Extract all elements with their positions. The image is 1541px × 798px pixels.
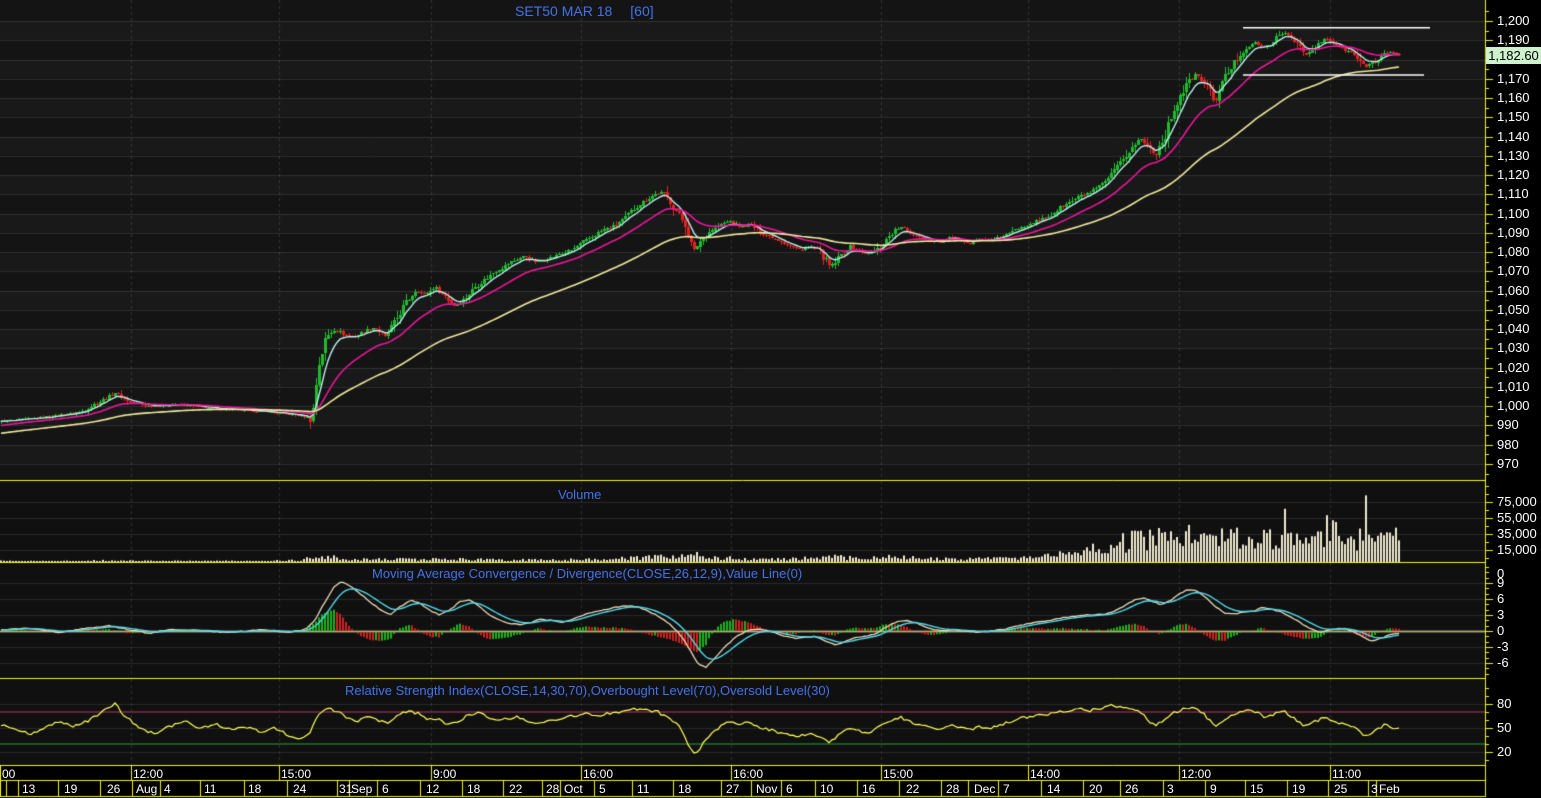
interval-label: [60] (630, 3, 654, 19)
price-tick-label: 1,000 (1497, 398, 1530, 414)
date-axis-label: 28 (946, 782, 960, 796)
price-tick-label: 1,020 (1497, 359, 1530, 375)
price-tick-label: 1,040 (1497, 321, 1530, 337)
date-axis-label: 6 (382, 782, 389, 796)
chart-title: SET50 MAR 18 [60] (515, 3, 654, 19)
date-axis-label: 11 (204, 782, 217, 796)
date-axis-label: 28 (546, 782, 560, 796)
time-axis-label: 11:00 (1332, 767, 1362, 781)
date-axis-label: Oct (564, 782, 583, 796)
macd-tick-label: 9 (1497, 575, 1505, 591)
rsi-tick-label: 50 (1497, 720, 1512, 735)
date-axis-label: Nov (756, 782, 778, 796)
date-axis-label: 22 (906, 782, 920, 796)
date-axis-label: 16 (862, 782, 876, 796)
date-axis-label: Dec (974, 782, 996, 796)
date-axis-label: 3 (1371, 782, 1378, 796)
time-axis-label: 14:00 (1030, 767, 1061, 781)
date-axis-label: Sep (351, 782, 373, 796)
date-axis-label: 6 (786, 782, 793, 796)
volume-panel-title: Volume (558, 487, 602, 502)
price-tick-label: 980 (1497, 436, 1519, 452)
date-axis-label: 27 (726, 782, 740, 796)
price-tick-label: 1,090 (1497, 224, 1530, 240)
rsi-tick-label: 20 (1497, 744, 1512, 759)
date-axis-label: 19 (64, 782, 78, 796)
price-tick-label: 1,030 (1497, 340, 1530, 356)
time-axis-label: 16:00 (583, 767, 614, 781)
time-axis-label: 15:00 (883, 767, 914, 781)
macd-panel-title: Moving Average Convergence / Divergence(… (372, 566, 803, 581)
time-axis-label: 00 (2, 767, 16, 781)
time-axis-label: 12:00 (133, 767, 164, 781)
date-axis-label: 22 (509, 782, 523, 796)
date-axis-label: 24 (293, 782, 307, 796)
date-axis-label: 3 (1167, 782, 1174, 796)
date-axis-label: 26 (107, 782, 121, 796)
date-axis-label: 11 (637, 782, 650, 796)
date-axis-label: 18 (678, 782, 692, 796)
price-tick-label: 1,100 (1497, 205, 1530, 221)
volume-tick-label: 75,000 (1497, 494, 1537, 509)
price-tick-label: 1,200 (1497, 13, 1530, 28)
time-axis-label: 9:00 (433, 767, 457, 781)
date-axis-label: Feb (1379, 782, 1400, 796)
date-axis-label: 20 (1089, 782, 1103, 796)
volume-tick-label: 15,000 (1497, 542, 1537, 557)
price-tick-label: 1,010 (1497, 378, 1530, 394)
price-tick-label: 1,150 (1497, 109, 1530, 125)
macd-tick-label: 0 (1497, 623, 1505, 638)
price-tick-label: 970 (1497, 455, 1519, 471)
date-axis-label: 25 (1334, 782, 1348, 796)
price-tick-label: 1,140 (1497, 128, 1530, 144)
volume-tick-label: 55,000 (1497, 510, 1537, 525)
macd-tick-label: -6 (1497, 654, 1509, 670)
date-axis-label: 4 (164, 782, 171, 796)
time-axis-label: 16:00 (733, 767, 764, 781)
chart-app: SET50 MAR 18 [60] Volume Moving Average C… (0, 0, 1541, 798)
price-tick-label: 1,120 (1497, 167, 1530, 183)
macd-tick-label: -3 (1497, 638, 1509, 654)
price-tick-label: 1,080 (1497, 244, 1530, 260)
date-axis-label: 9 (1210, 782, 1217, 796)
volume-tick-label: 35,000 (1497, 526, 1537, 541)
date-axis-label: 13 (22, 782, 36, 796)
macd-tick-label: 6 (1497, 591, 1505, 607)
date-axis-label: 5 (599, 782, 606, 796)
last-price-badge: 1,182.60 (1486, 46, 1541, 64)
price-tick-label: 1,070 (1497, 263, 1530, 279)
date-axis-label: 10 (820, 782, 834, 796)
date-axis-label: 12 (426, 782, 440, 796)
price-tick-label: 1,060 (1497, 282, 1530, 298)
date-axis-label: 26 (1125, 782, 1139, 796)
price-tick-label: 1,110 (1497, 186, 1529, 202)
date-axis-label: 19 (1292, 782, 1306, 796)
time-axis-label: 12:00 (1181, 767, 1212, 781)
chart-canvas[interactable] (0, 0, 1541, 798)
price-tick-label: 1,170 (1497, 70, 1530, 86)
price-tick-label: 1,130 (1497, 147, 1530, 163)
price-tick-label: 990 (1497, 417, 1519, 433)
macd-tick-label: 3 (1497, 607, 1505, 622)
date-axis-label: 14 (1047, 782, 1061, 796)
symbol-label: SET50 MAR 18 (515, 3, 613, 19)
price-tick-label: 1,160 (1497, 90, 1530, 106)
price-tick-label: 1,050 (1497, 301, 1530, 317)
time-axis-label: 15:00 (281, 767, 312, 781)
date-axis-label: 18 (467, 782, 481, 796)
rsi-panel-title: Relative Strength Index(CLOSE,14,30,70),… (345, 683, 830, 698)
rsi-tick-label: 80 (1497, 696, 1512, 711)
date-axis-label: 15 (1250, 782, 1264, 796)
date-axis-label: 18 (248, 782, 262, 796)
date-axis-label: Aug (136, 782, 158, 796)
date-axis-label: 7 (1003, 782, 1010, 796)
